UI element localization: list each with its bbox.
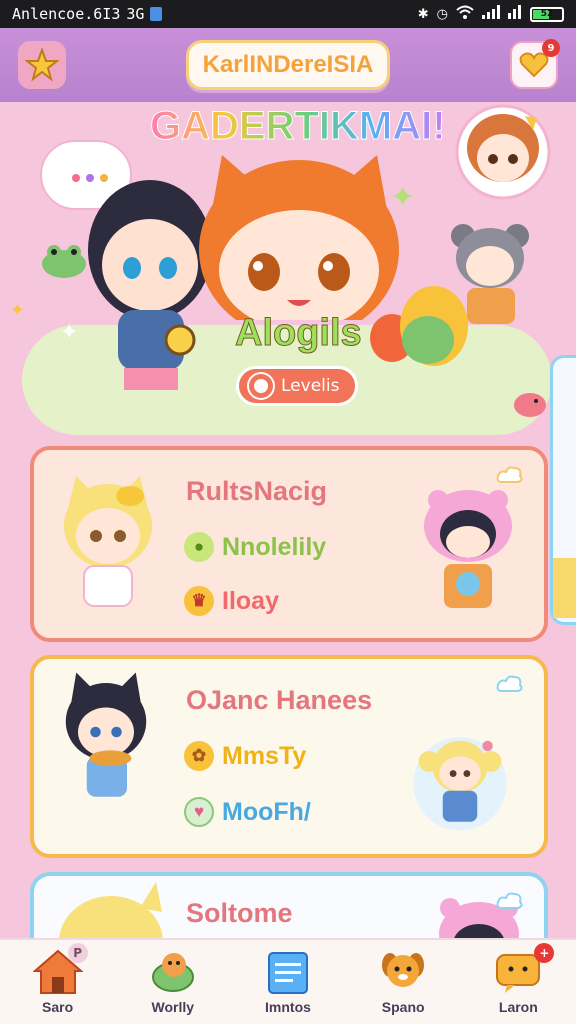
turtle-icon xyxy=(151,953,194,992)
frog-icon xyxy=(42,245,86,278)
notification-badge: 9 xyxy=(541,39,560,57)
nav-label: Worlly xyxy=(151,999,195,1015)
potion-icon: ♥ xyxy=(184,797,214,827)
menu-button[interactable] xyxy=(18,41,66,89)
bird-icon xyxy=(514,393,546,417)
carrier-text: Anlencoe.6I3 xyxy=(12,5,121,23)
app-logo-text: KarlINDereISIA xyxy=(202,51,374,78)
card-row-label: MooFh/ xyxy=(222,797,311,826)
cloud-icon xyxy=(496,466,523,483)
profile-avatar[interactable] xyxy=(455,104,551,200)
bear-character xyxy=(451,224,529,324)
card-title: RultsNacig xyxy=(186,476,328,506)
hero-badge: Alogils xyxy=(235,312,363,355)
cloud-icon xyxy=(496,892,523,909)
nav-item-chat[interactable]: + Laron xyxy=(468,943,568,1015)
blonde-twintail-character xyxy=(413,737,507,831)
card-row[interactable]: ✿ MmsTy xyxy=(184,741,306,771)
favorites-button[interactable]: 9 xyxy=(509,39,560,89)
pink-hood-character xyxy=(424,490,512,608)
card-row[interactable]: ♛ Iloay xyxy=(184,586,279,616)
battery-text: 52 xyxy=(540,9,554,19)
nav-label: Laron xyxy=(498,999,538,1015)
signal-icon-2 xyxy=(508,5,522,23)
signal-icon xyxy=(482,5,500,23)
sparkle-icon: ✦ xyxy=(60,320,79,345)
status-bar: Anlencoe.6I3 3G ✱ ◷ 52 xyxy=(0,0,576,28)
heart-icon xyxy=(519,52,549,78)
app-logo: KarlINDereISIA xyxy=(185,40,391,90)
wifi-icon xyxy=(456,5,474,23)
hero-title: GADERTIKMAI! xyxy=(150,104,447,149)
black-cat-character xyxy=(65,672,147,797)
card-row-label: Nnolelily xyxy=(222,532,327,561)
nav-item-spano[interactable]: Spano xyxy=(353,949,453,1015)
card-row[interactable]: ● Nnolelily xyxy=(184,532,326,562)
sparkle-icon: ✦ xyxy=(390,180,416,215)
activity-card[interactable]: RultsNacig ● Nnolelily ♛ Iloay xyxy=(30,446,548,642)
dog-icon xyxy=(382,953,425,987)
levels-button[interactable]: Levelis xyxy=(236,366,358,406)
levels-label: Levelis xyxy=(281,376,340,396)
notification-icon xyxy=(150,7,163,21)
activity-card[interactable]: OJanc Hanees ✿ MmsTy ♥ MooFh/ xyxy=(30,655,548,858)
nav-label: Spano xyxy=(381,999,425,1015)
card-row-label: Iloay xyxy=(222,586,279,615)
lemon-icon: ● xyxy=(184,532,214,562)
target-icon xyxy=(249,374,273,398)
side-drawer-tab[interactable] xyxy=(550,355,576,625)
bottom-nav: P Saro Worlly Imntos Spano + Laron xyxy=(0,938,576,1024)
battery-indicator: 52 xyxy=(530,6,564,22)
card-title: OJanc Hanees xyxy=(186,685,373,715)
card-row[interactable]: ♥ MooFh/ xyxy=(184,797,311,827)
star-icon xyxy=(25,48,59,82)
blonde-cat-character xyxy=(64,476,152,607)
nav-item-world[interactable]: Worlly xyxy=(123,949,223,1015)
sparkle-icon: ✦ xyxy=(10,300,26,321)
nav-badge: + xyxy=(534,943,555,963)
bluetooth-icon: ✱ xyxy=(417,6,429,22)
nav-item-home[interactable]: P Saro xyxy=(8,943,108,1015)
network-type: 3G xyxy=(126,5,145,23)
card-row-label: MmsTy xyxy=(222,741,307,770)
nav-label: Saro xyxy=(42,999,74,1015)
paw-icon: ✿ xyxy=(184,741,214,771)
app-bar: KarlINDereISIA 9 xyxy=(0,28,576,102)
nav-badge: P xyxy=(67,943,88,963)
calendar-icon xyxy=(267,952,308,994)
nav-item-items[interactable]: Imntos xyxy=(238,949,338,1015)
trophy-icon: ♛ xyxy=(184,586,214,616)
alarm-icon: ◷ xyxy=(436,6,448,22)
cloud-icon xyxy=(496,675,523,692)
card-title: Soltome xyxy=(186,898,293,928)
nav-label: Imntos xyxy=(265,999,311,1015)
